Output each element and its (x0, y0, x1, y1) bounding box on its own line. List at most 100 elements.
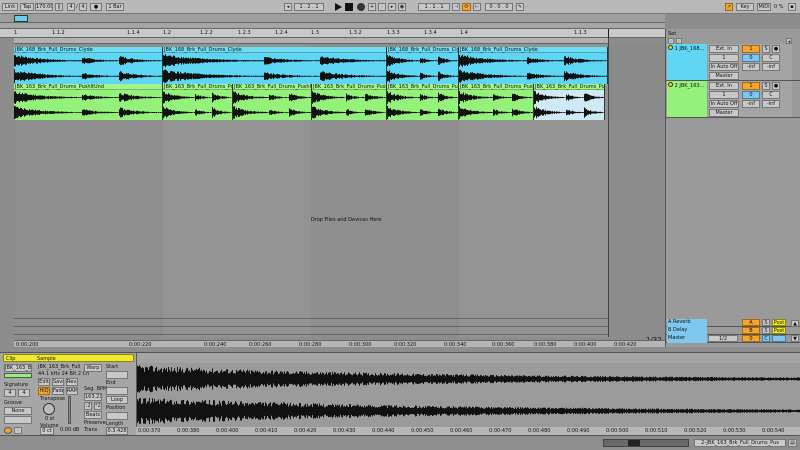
length-field[interactable]: 0.3.428 (106, 427, 128, 435)
halve-tempo-button[interactable]: :2 (84, 402, 92, 410)
sample-time-ruler[interactable]: 0:00:370 0:00:380 0:00:400 0:00:410 0:00:420… (136, 427, 800, 435)
send-b-field[interactable]: -inf (762, 63, 780, 71)
solo-button[interactable]: S (762, 327, 770, 334)
master-track[interactable]: Master 1/2 0 C (666, 335, 800, 343)
master-volume-field[interactable]: 0 (742, 335, 760, 342)
arrangement-position-field[interactable]: 1 . 2 . 1 (294, 3, 324, 11)
loop-length-field[interactable]: 0 . 0 . 0 (485, 3, 513, 11)
master-track-name[interactable]: Master (667, 335, 707, 343)
overdub-icon[interactable]: + (368, 3, 376, 11)
end-field[interactable] (106, 387, 128, 395)
return-track-b[interactable]: B Delay B S Post (666, 327, 800, 335)
time-sig-numerator[interactable]: 4 (67, 3, 75, 11)
automation-arm-icon[interactable]: ◦ (378, 3, 386, 11)
input-channel-select[interactable]: 1 (709, 54, 739, 62)
volume-field[interactable]: 0 (742, 54, 760, 62)
send-b-field[interactable]: -inf (762, 100, 780, 108)
solo-button[interactable]: S (762, 82, 770, 90)
arrangement-empty-lane[interactable] (608, 44, 665, 120)
clip-color-swatch[interactable] (4, 373, 32, 378)
clip-activator-icon[interactable] (4, 427, 12, 434)
pan-field[interactable]: C (762, 91, 780, 99)
position-field[interactable] (106, 412, 128, 420)
arm-button[interactable]: ● (772, 45, 780, 53)
arrangement-ruler[interactable]: 1 1.1.2 1.1.4 1.2 1.2.2 1.2.3 1.2.4 1.3 … (0, 29, 665, 38)
punch-icon[interactable]: ◉ (398, 3, 406, 11)
session-record-icon[interactable]: ▸ (388, 3, 396, 11)
arrangement-clip[interactable]: JBK_168_Brk_Full_Drums_Clyde (387, 47, 459, 84)
punch-out-icon[interactable]: ⊢ (473, 3, 481, 11)
pan-field[interactable]: C (762, 54, 780, 62)
send-a-field[interactable]: -inf (742, 100, 760, 108)
master-pan-field[interactable] (772, 335, 786, 342)
clip-sig-denominator[interactable]: 4 (18, 389, 30, 397)
loop-button[interactable]: Loop (106, 396, 128, 404)
return-letter-button[interactable]: B (742, 327, 760, 334)
arrangement-clip[interactable]: JBK_168_Brk_Full_Drums_Clyde (14, 47, 163, 84)
fade-button[interactable]: Fade (52, 387, 64, 395)
master-output-select[interactable]: 1/2 (708, 335, 738, 342)
arrangement-clip[interactable]: JBK_163_Brk_Full_Drums_PushItUnd (14, 84, 163, 120)
track-number-button[interactable]: 1 (742, 82, 760, 90)
arrangement-clip[interactable]: JBK_163_Brk_Full_Drums_PushItUnd (233, 84, 312, 120)
punch-in-icon[interactable]: ⊣ (452, 3, 460, 11)
record-icon[interactable] (357, 3, 365, 11)
groove-select[interactable]: None (4, 407, 32, 415)
key-map-button[interactable]: Key (736, 3, 754, 11)
solo-button[interactable]: S (762, 319, 770, 326)
metronome-icon[interactable]: ● (90, 3, 102, 11)
reverse-button[interactable]: Rev. (66, 378, 78, 386)
time-ruler[interactable]: 0:00:200 0:00:220 0:00:240 0:00:260 0:00… (14, 340, 665, 348)
scroll-thumb[interactable] (628, 440, 640, 446)
tempo-field[interactable]: 170.00 (35, 3, 53, 11)
track-name[interactable]: 1 JBK_168... (667, 44, 707, 80)
return-track-name[interactable]: B Delay (667, 327, 707, 335)
arrangement-clip[interactable]: JBK_163_Brk_Full_Drums_PushItUnd (312, 84, 387, 120)
play-icon[interactable] (334, 3, 342, 11)
sample-tab[interactable]: Sample (37, 356, 56, 362)
nudge-down-button[interactable]: || (55, 3, 63, 11)
link-button[interactable]: Link (2, 3, 18, 11)
clip-launch-box[interactable] (4, 416, 32, 424)
double-tempo-button[interactable]: *2 (94, 402, 102, 410)
tap-button[interactable]: Tap (20, 3, 34, 11)
input-type-select[interactable]: Ext. In (709, 82, 739, 90)
track-header-1[interactable]: 1 JBK_168... Ext. In 1 In Auto Off Maste… (666, 44, 800, 81)
quantize-select[interactable]: 1 Bar (106, 3, 124, 11)
post-button[interactable]: Post (772, 327, 786, 334)
monitor-select[interactable]: In Auto Off (709, 100, 739, 108)
return-letter-button[interactable]: A (742, 319, 760, 326)
track-activator-icon[interactable] (668, 82, 673, 87)
return-track-a[interactable]: A Reverb A S Post (666, 319, 800, 327)
send-a-field[interactable]: -inf (742, 63, 760, 71)
seg-bpm-field[interactable]: 163.21 (84, 393, 102, 401)
loop-switch-icon[interactable]: ⟳ (462, 3, 471, 11)
follow-icon[interactable]: ↗ (725, 3, 733, 11)
midi-map-button[interactable]: MIDI (757, 3, 771, 11)
save-button[interactable]: Save (52, 378, 64, 386)
ram-button[interactable]: RAM (66, 387, 78, 395)
input-type-select[interactable]: Ext. In (709, 45, 739, 53)
start-field[interactable] (106, 371, 128, 379)
sample-editor-header[interactable] (136, 353, 800, 363)
detail-overview-scrollbar[interactable] (603, 439, 689, 447)
detune-field[interactable]: 0 ct (40, 427, 54, 435)
master-cue-button[interactable]: C (762, 335, 770, 342)
hiq-button[interactable]: HiQ (38, 387, 50, 395)
input-channel-select[interactable]: 1 (709, 91, 739, 99)
volume-field[interactable]: 0 (742, 91, 760, 99)
monitor-select[interactable]: In Auto Off (709, 63, 739, 71)
return-track-name[interactable]: A Reverb (667, 319, 707, 327)
sample-waveform-editor[interactable] (136, 363, 800, 427)
arrangement-clip[interactable]: JBK_163_Brk_Full_Drums_PushItUnd (459, 84, 534, 120)
stop-icon[interactable] (345, 3, 353, 11)
clip-name-field[interactable]: JBK_163_Br (4, 364, 32, 372)
arm-button[interactable]: ● (772, 82, 780, 90)
track-name[interactable]: 2 JBK_163... (667, 81, 707, 117)
scroll-up-icon[interactable]: ▲ (791, 320, 799, 327)
clip-tab[interactable]: Clip (6, 356, 15, 362)
track-number-button[interactable]: 1 (742, 45, 760, 53)
arrangement-clip-selected[interactable]: JBK_163_Brk_Full_Drums_PushItUnd (534, 84, 605, 120)
clip-sig-numerator[interactable]: 4 (4, 389, 16, 397)
arrangement-overview[interactable] (0, 14, 665, 23)
